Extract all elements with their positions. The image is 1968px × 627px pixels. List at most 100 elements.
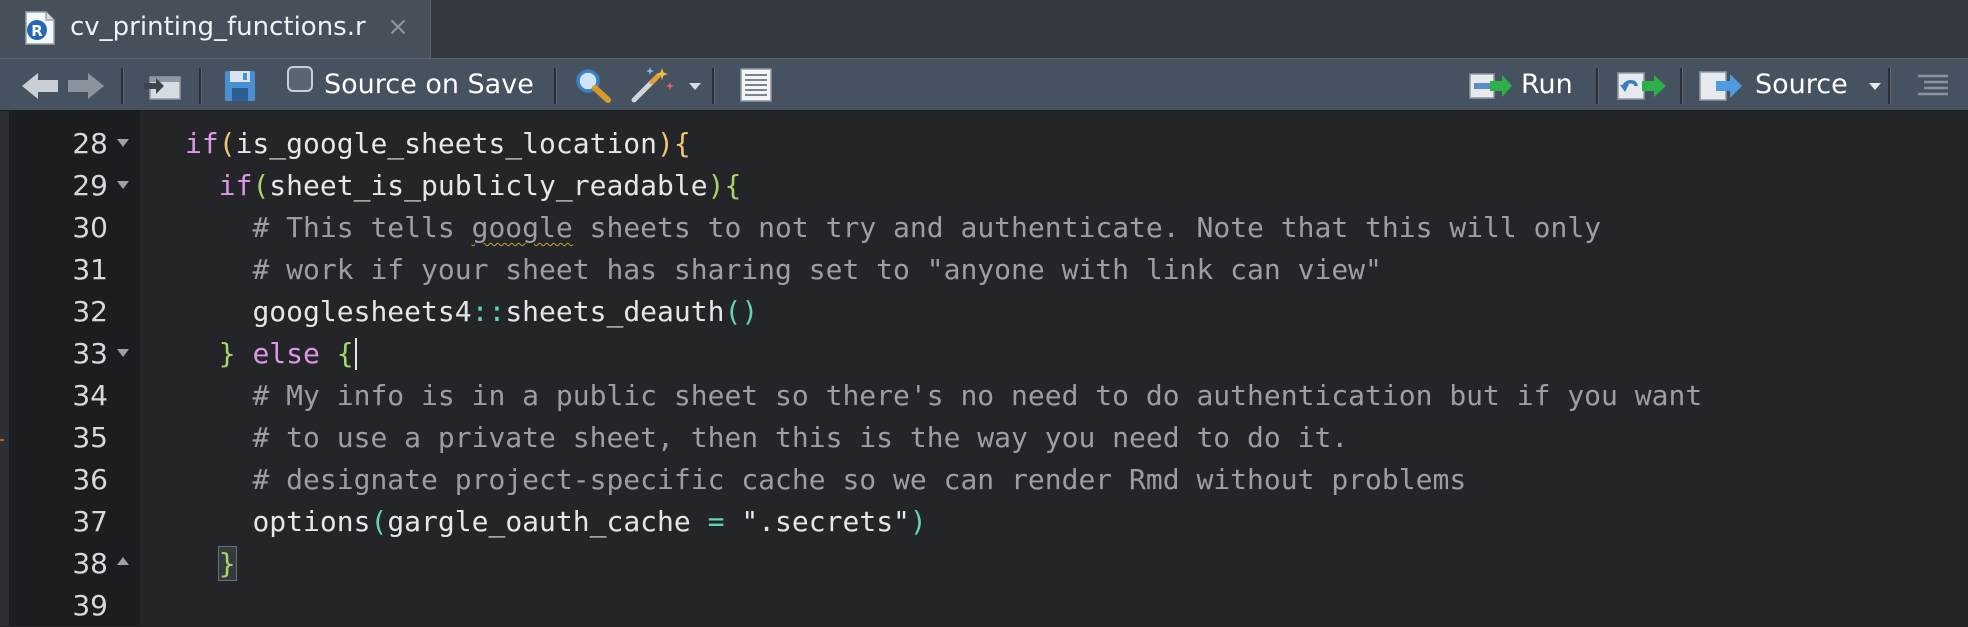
- tab-strip: R cv_printing_functions.r ×: [0, 0, 1968, 58]
- code-token-keyword: if: [185, 127, 219, 160]
- code-line: 30 # This tells google sheets to not try…: [0, 207, 1968, 249]
- code-comment: # designate project-specific cache so we…: [252, 463, 1467, 496]
- toolbar-separator: [712, 68, 715, 104]
- code-token-identifier: sheet_is_publicly_readable: [269, 169, 708, 202]
- code-token-function: sheets_deauth: [505, 295, 725, 328]
- document-outline-button[interactable]: [1910, 59, 1954, 112]
- arrow-right-icon: [68, 73, 104, 99]
- chevron-down-icon: [1869, 83, 1881, 90]
- run-button[interactable]: Run: [1466, 59, 1576, 112]
- code-token-paren: ): [707, 169, 725, 202]
- compile-report-button[interactable]: [734, 59, 778, 112]
- code-line: 32 googlesheets4::sheets_deauth(): [0, 291, 1968, 333]
- r-file-icon: R: [25, 11, 55, 45]
- code-token-identifier: googlesheets4: [252, 295, 472, 328]
- fold-toggle-icon[interactable]: [117, 139, 129, 147]
- code-tools-menu[interactable]: [628, 59, 708, 112]
- code-line: 38 }: [0, 543, 1968, 585]
- code-token-brace: {: [336, 337, 354, 370]
- fold-toggle-icon[interactable]: [117, 349, 129, 357]
- text-cursor: [354, 338, 357, 370]
- toolbar-separator: [199, 68, 202, 104]
- line-number: 32: [72, 295, 108, 328]
- code-comment: # to use a private sheet, then this is t…: [252, 421, 1349, 454]
- rstudio-source-editor: R cv_printing_functions.r × Source on Sa…: [0, 0, 1968, 626]
- code-line: 37 options(gargle_oauth_cache = ".secret…: [0, 501, 1968, 543]
- code-line: 36 # designate project-specific cache so…: [0, 459, 1968, 501]
- code-token-keyword: if: [218, 169, 253, 202]
- code-line: 33 } else {: [0, 333, 1968, 375]
- notebook-icon: [740, 68, 772, 102]
- code-line: 29 if(sheet_is_publicly_readable){: [0, 165, 1968, 207]
- code-line: 31 # work if your sheet has sharing set …: [0, 249, 1968, 291]
- code-token-operator: =: [707, 505, 725, 538]
- line-number: 29: [72, 169, 108, 202]
- tab-title: cv_printing_functions.r: [70, 12, 366, 42]
- rerun-button[interactable]: [1614, 59, 1672, 112]
- code-token-operator: ::: [471, 295, 506, 328]
- fold-toggle-icon[interactable]: [117, 181, 129, 189]
- chevron-down-icon: [689, 83, 701, 90]
- popout-window-icon: [144, 76, 181, 100]
- code-token-function: options: [252, 505, 371, 538]
- source-options-dropdown[interactable]: [1860, 59, 1890, 112]
- code-text: }: [185, 543, 237, 585]
- code-text: # designate project-specific cache so we…: [185, 459, 1466, 501]
- line-number: 30: [72, 211, 108, 244]
- source-button[interactable]: Source: [1696, 59, 1886, 112]
- fold-toggle-icon[interactable]: [117, 557, 129, 565]
- run-label: Run: [1521, 69, 1573, 100]
- source-file-icon: [1699, 71, 1742, 101]
- code-token-paren: (): [724, 295, 759, 328]
- magic-wand-icon: [631, 67, 674, 103]
- code-token-string: ".secrets": [741, 505, 910, 538]
- source-label: Source: [1755, 69, 1848, 100]
- code-token-keyword: else: [252, 337, 320, 370]
- line-number: 35: [72, 421, 108, 454]
- floppy-disk-icon: [225, 71, 255, 101]
- code-text: googlesheets4::sheets_deauth(): [185, 291, 758, 333]
- code-text: } else {: [185, 333, 357, 375]
- code-text: # to use a private sheet, then this is t…: [185, 417, 1348, 459]
- code-token-brace: {: [724, 169, 742, 202]
- tab-cv-printing-functions[interactable]: R cv_printing_functions.r ×: [0, 0, 431, 58]
- back-button[interactable]: [18, 59, 62, 112]
- code-token-brace: {: [673, 127, 691, 160]
- line-number: 33: [72, 337, 108, 370]
- source-on-save-toggle[interactable]: Source on Save: [284, 59, 534, 112]
- code-token-paren: (: [252, 169, 270, 202]
- save-button[interactable]: [220, 59, 260, 112]
- source-on-save-checkbox[interactable]: [287, 66, 313, 92]
- toolbar-separator: [1680, 68, 1683, 104]
- line-number: 39: [72, 589, 108, 622]
- line-number: 31: [72, 253, 108, 286]
- arrow-left-icon: [22, 73, 58, 99]
- code-comment: sheets to not try and authenticate. Note…: [572, 211, 1602, 244]
- toolbar-separator: [554, 68, 557, 104]
- run-line-icon: [1469, 73, 1512, 99]
- line-number: 37: [72, 505, 108, 538]
- code-token-identifier: is_google_sheets_location: [235, 127, 658, 160]
- find-replace-button[interactable]: [572, 59, 616, 112]
- code-token-brace: }: [218, 337, 236, 370]
- line-number: 38: [72, 547, 108, 580]
- toolbar-separator: [1596, 68, 1599, 104]
- code-editor[interactable]: 28 if(is_google_sheets_location){ 29 if(…: [0, 111, 1968, 626]
- code-line: 39: [0, 585, 1968, 627]
- source-on-save-label: Source on Save: [324, 69, 534, 100]
- code-comment: # This tells: [252, 211, 472, 244]
- rerun-icon: [1617, 72, 1666, 100]
- line-number: 28: [72, 127, 108, 160]
- code-line: 34 # My info is in a public sheet so the…: [0, 375, 1968, 417]
- code-text: if(sheet_is_publicly_readable){: [185, 165, 742, 207]
- outline-list-icon: [1918, 74, 1948, 96]
- code-line: 35 # to use a private sheet, then this i…: [0, 417, 1968, 459]
- code-line: 28 if(is_google_sheets_location){: [0, 123, 1968, 165]
- code-text: if(is_google_sheets_location){: [185, 123, 691, 165]
- code-text: # work if your sheet has sharing set to …: [185, 249, 1381, 291]
- spelling-flagged-word: google: [471, 211, 573, 244]
- show-in-new-window-button[interactable]: [140, 59, 186, 112]
- code-token-paren: (: [218, 127, 236, 160]
- close-icon[interactable]: ×: [385, 14, 411, 40]
- forward-button[interactable]: [66, 59, 106, 112]
